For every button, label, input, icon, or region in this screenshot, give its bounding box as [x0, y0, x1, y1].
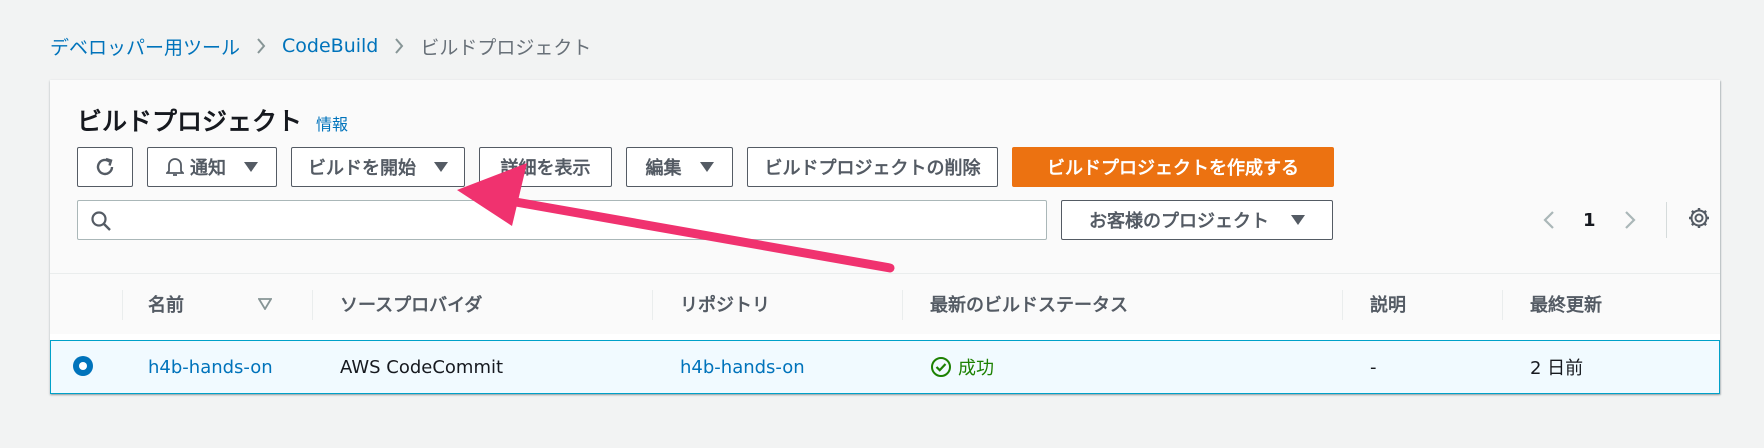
chevron-right-icon [394, 38, 404, 54]
edit-button[interactable]: 編集 [626, 147, 733, 187]
refresh-icon [96, 157, 114, 176]
success-check-icon [931, 357, 951, 377]
breadcrumb: デベロッパー用ツール CodeBuild ビルドプロジェクト [50, 32, 591, 60]
table-row[interactable]: h4b-hands-on AWS CodeCommit h4b-hands-on… [50, 340, 1720, 394]
notify-button[interactable]: 通知 [147, 147, 277, 187]
toolbar: 通知 ビルドを開始 詳細を表示 編集 ビルドプロジェクトの削除 ビルドプロジェク… [77, 147, 1348, 187]
bell-icon [166, 158, 184, 176]
column-header-name[interactable]: 名前 [148, 274, 298, 334]
current-page-number[interactable]: 1 [1583, 210, 1596, 231]
column-divider [312, 290, 313, 320]
info-link[interactable]: 情報 [316, 111, 348, 135]
edit-label: 編集 [645, 158, 682, 179]
search-box [77, 200, 1047, 240]
breadcrumb-link-codebuild[interactable]: CodeBuild [282, 35, 378, 57]
column-header-description[interactable]: 説明 [1370, 274, 1406, 334]
column-divider [1502, 290, 1503, 320]
search-icon [91, 211, 111, 231]
build-status-label: 成功 [958, 358, 994, 379]
project-filter-value: お客様のプロジェクト [1089, 211, 1269, 232]
caret-down-icon [434, 162, 448, 172]
column-header-name-label: 名前 [148, 295, 184, 316]
view-details-button[interactable]: 詳細を表示 [479, 147, 612, 187]
previous-page-icon[interactable] [1537, 210, 1561, 230]
next-page-icon[interactable] [1618, 210, 1642, 230]
table-header: 名前 ソースプロバイダ リポジトリ 最新のビルドステータス 説明 最終更新 [50, 274, 1720, 334]
column-header-repository[interactable]: リポジトリ [680, 274, 770, 334]
create-build-project-button[interactable]: ビルドプロジェクトを作成する [1012, 147, 1334, 187]
column-header-source-provider[interactable]: ソースプロバイダ [340, 274, 482, 334]
settings-gear-icon[interactable] [1687, 206, 1711, 234]
search-input[interactable] [122, 205, 1032, 235]
last-modified-cell: 2 日前 [1530, 358, 1584, 379]
sort-descending-icon[interactable] [258, 298, 272, 310]
notify-label: 通知 [190, 158, 226, 179]
start-build-label: ビルドを開始 [308, 158, 416, 179]
column-header-latest-build-status[interactable]: 最新のビルドステータス [930, 274, 1128, 334]
filter-row: お客様のプロジェクト 1 [77, 200, 1709, 242]
column-header-last-modified[interactable]: 最終更新 [1530, 274, 1602, 334]
project-filter-select[interactable]: お客様のプロジェクト [1061, 200, 1333, 240]
caret-down-icon [699, 162, 714, 172]
column-divider [122, 290, 123, 320]
project-name-link[interactable]: h4b-hands-on [148, 357, 273, 378]
caret-down-icon [1291, 215, 1305, 225]
breadcrumb-current: ビルドプロジェクト [420, 36, 592, 59]
breadcrumb-link-developer-tools[interactable]: デベロッパー用ツール [50, 33, 240, 60]
title-row: ビルドプロジェクト 情報 [77, 102, 348, 138]
repository-link[interactable]: h4b-hands-on [680, 357, 805, 378]
pager-divider [1665, 202, 1667, 238]
column-divider [1342, 290, 1343, 320]
delete-build-project-button[interactable]: ビルドプロジェクトの削除 [747, 147, 998, 187]
page-title: ビルドプロジェクト [77, 107, 303, 136]
build-status: 成功 [930, 354, 994, 380]
pagination: 1 [1537, 200, 1711, 240]
description-cell: - [1370, 356, 1377, 378]
column-divider [652, 290, 653, 320]
chevron-right-icon [256, 38, 266, 54]
row-select-radio[interactable] [73, 356, 93, 376]
panel-header: ビルドプロジェクト 情報 通知 ビルドを開始 詳細を表示 編集 ビルドプロジェク… [50, 80, 1720, 274]
build-projects-panel: ビルドプロジェクト 情報 通知 ビルドを開始 詳細を表示 編集 ビルドプロジェク… [50, 80, 1720, 394]
start-build-button[interactable]: ビルドを開始 [291, 147, 465, 187]
caret-down-icon [244, 162, 258, 172]
source-provider-cell: AWS CodeCommit [340, 356, 504, 378]
refresh-button[interactable] [77, 147, 133, 187]
column-divider [902, 290, 903, 320]
